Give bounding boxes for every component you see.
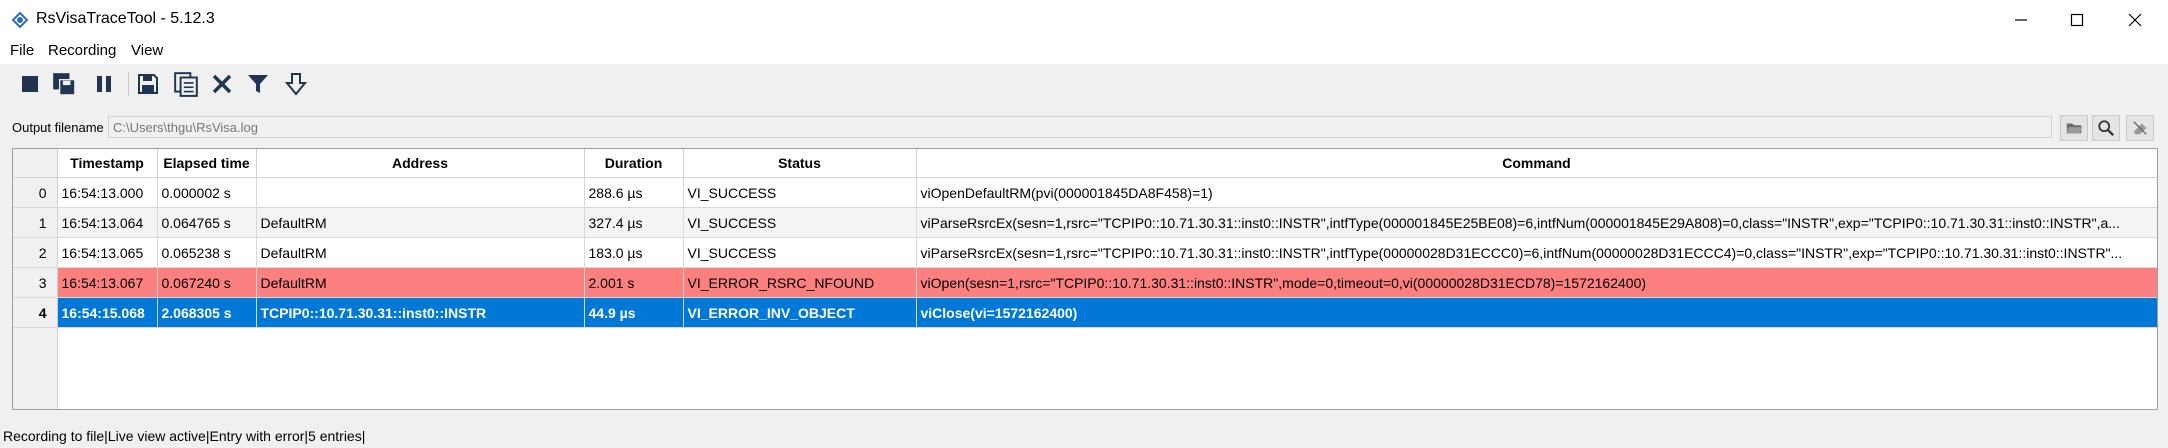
cell-timestamp: 16:54:13.000 — [57, 177, 158, 208]
cell-address — [256, 177, 585, 208]
cell-elapsed-time: 0.000002 s — [157, 177, 257, 208]
cell-address: TCPIP0::10.71.30.31::inst0::INSTR — [256, 297, 585, 328]
clear-path-button[interactable] — [2126, 115, 2154, 141]
menu-recording[interactable]: Recording — [44, 42, 120, 59]
cell-command: viClose(vi=1572162400) — [916, 297, 2157, 328]
trace-log-table: Timestamp Elapsed time Address Duration … — [13, 149, 2157, 328]
minimize-icon — [2015, 19, 2027, 21]
browse-folder-button[interactable] — [2060, 115, 2088, 141]
search-icon — [2098, 120, 2114, 136]
cell-command: viOpen(sesn=1,rsrc="TCPIP0::10.71.30.31:… — [916, 267, 2157, 298]
cell-command: viParseRsrcEx(sesn=1,rsrc="TCPIP0::10.71… — [916, 237, 2157, 268]
save-icon — [138, 74, 158, 94]
cell-address: DefaultRM — [256, 207, 585, 238]
scroll-down-button[interactable] — [280, 68, 312, 100]
filter-button[interactable] — [242, 68, 274, 100]
row-index: 0 — [13, 177, 58, 208]
toolbar-separator — [128, 72, 129, 96]
row-index: 2 — [13, 237, 58, 268]
eraser-icon — [2133, 121, 2147, 135]
menu-view[interactable]: View — [127, 42, 167, 59]
cell-status: VI_SUCCESS — [683, 177, 917, 208]
toolbar — [0, 64, 2168, 104]
cell-timestamp: 16:54:13.064 — [57, 207, 158, 238]
search-button[interactable] — [2092, 115, 2120, 141]
minimize-button[interactable] — [1990, 0, 2052, 40]
pause-icon — [97, 76, 111, 92]
cell-timestamp: 16:54:15.068 — [57, 297, 158, 328]
cell-elapsed-time: 2.068305 s — [157, 297, 257, 328]
cell-elapsed-time: 0.067240 s — [157, 267, 257, 298]
row-index: 4 — [13, 297, 58, 328]
table-row[interactable]: 0 16:54:13.000 0.000002 s 288.6 µs VI_SU… — [13, 177, 2157, 208]
output-filename-row: Output filename — [0, 112, 2168, 144]
column-header-timestamp[interactable]: Timestamp — [57, 149, 158, 178]
title-bar: RsVisaTraceTool - 5.12.3 — [0, 0, 2168, 40]
pause-button[interactable] — [88, 68, 120, 100]
table-header-row: Timestamp Elapsed time Address Duration … — [13, 149, 2157, 178]
cell-address: DefaultRM — [256, 237, 585, 268]
cell-duration: 2.001 s — [584, 267, 684, 298]
close-icon — [2128, 13, 2142, 27]
save-copy-icon — [53, 73, 76, 96]
maximize-button[interactable] — [2046, 0, 2108, 40]
column-header-elapsed-time[interactable]: Elapsed time — [157, 149, 257, 178]
cell-duration: 327.4 µs — [584, 207, 684, 238]
output-filename-field[interactable] — [108, 116, 2052, 138]
column-header-duration[interactable]: Duration — [584, 149, 684, 178]
save-button[interactable] — [132, 68, 164, 100]
output-filename-label: Output filename — [12, 120, 104, 135]
column-header-command[interactable]: Command — [916, 149, 2157, 178]
row-index: 3 — [13, 267, 58, 298]
row-index: 1 — [13, 207, 58, 238]
table-row-selected[interactable]: 4 16:54:15.068 2.068305 s TCPIP0::10.71.… — [13, 297, 2157, 328]
cell-status: VI_ERROR_RSRC_NFOUND — [683, 267, 917, 298]
clear-icon — [212, 74, 232, 94]
clear-button[interactable] — [206, 68, 238, 100]
cell-duration: 288.6 µs — [584, 177, 684, 208]
column-header-address[interactable]: Address — [256, 149, 585, 178]
table-row[interactable]: 1 16:54:13.064 0.064765 s DefaultRM 327.… — [13, 207, 2157, 238]
copy-button[interactable] — [170, 68, 202, 100]
menu-file[interactable]: File — [6, 42, 38, 59]
corner-cell[interactable] — [13, 149, 58, 178]
filter-icon — [248, 75, 268, 93]
cell-timestamp: 16:54:13.067 — [57, 267, 158, 298]
status-bar: Recording to file|Live view active|Entry… — [0, 424, 2168, 448]
window-title: RsVisaTraceTool - 5.12.3 — [36, 10, 215, 27]
cell-address: DefaultRM — [256, 267, 585, 298]
status-text: Recording to file|Live view active|Entry… — [3, 428, 366, 444]
table-row[interactable]: 2 16:54:13.065 0.065238 s DefaultRM 183.… — [13, 237, 2157, 268]
stop-button[interactable] — [14, 68, 46, 100]
stop-icon — [22, 76, 38, 92]
folder-open-icon — [2066, 123, 2083, 134]
cell-duration: 183.0 µs — [584, 237, 684, 268]
table-row-error[interactable]: 3 16:54:13.067 0.067240 s DefaultRM 2.00… — [13, 267, 2157, 298]
cell-elapsed-time: 0.065238 s — [157, 237, 257, 268]
cell-status: VI_SUCCESS — [683, 207, 917, 238]
app-logo-icon — [10, 10, 30, 30]
cell-command: viOpenDefaultRM(pvi(000001845DA8F458)=1) — [916, 177, 2157, 208]
cell-status: VI_SUCCESS — [683, 237, 917, 268]
save-copy-button[interactable] — [48, 68, 80, 100]
close-button[interactable] — [2104, 0, 2166, 40]
cell-status: VI_ERROR_INV_OBJECT — [683, 297, 917, 328]
menu-bar: File Recording View — [0, 40, 2168, 64]
cell-timestamp: 16:54:13.065 — [57, 237, 158, 268]
trace-log-grid[interactable]: Timestamp Elapsed time Address Duration … — [12, 148, 2158, 410]
cell-duration: 44.9 µs — [584, 297, 684, 328]
cell-command: viParseRsrcEx(sesn=1,rsrc="TCPIP0::10.71… — [916, 207, 2157, 238]
maximize-icon — [2070, 13, 2084, 27]
scroll-down-icon — [284, 73, 308, 96]
cell-elapsed-time: 0.064765 s — [157, 207, 257, 238]
copy-icon — [174, 72, 198, 97]
column-header-status[interactable]: Status — [683, 149, 917, 178]
